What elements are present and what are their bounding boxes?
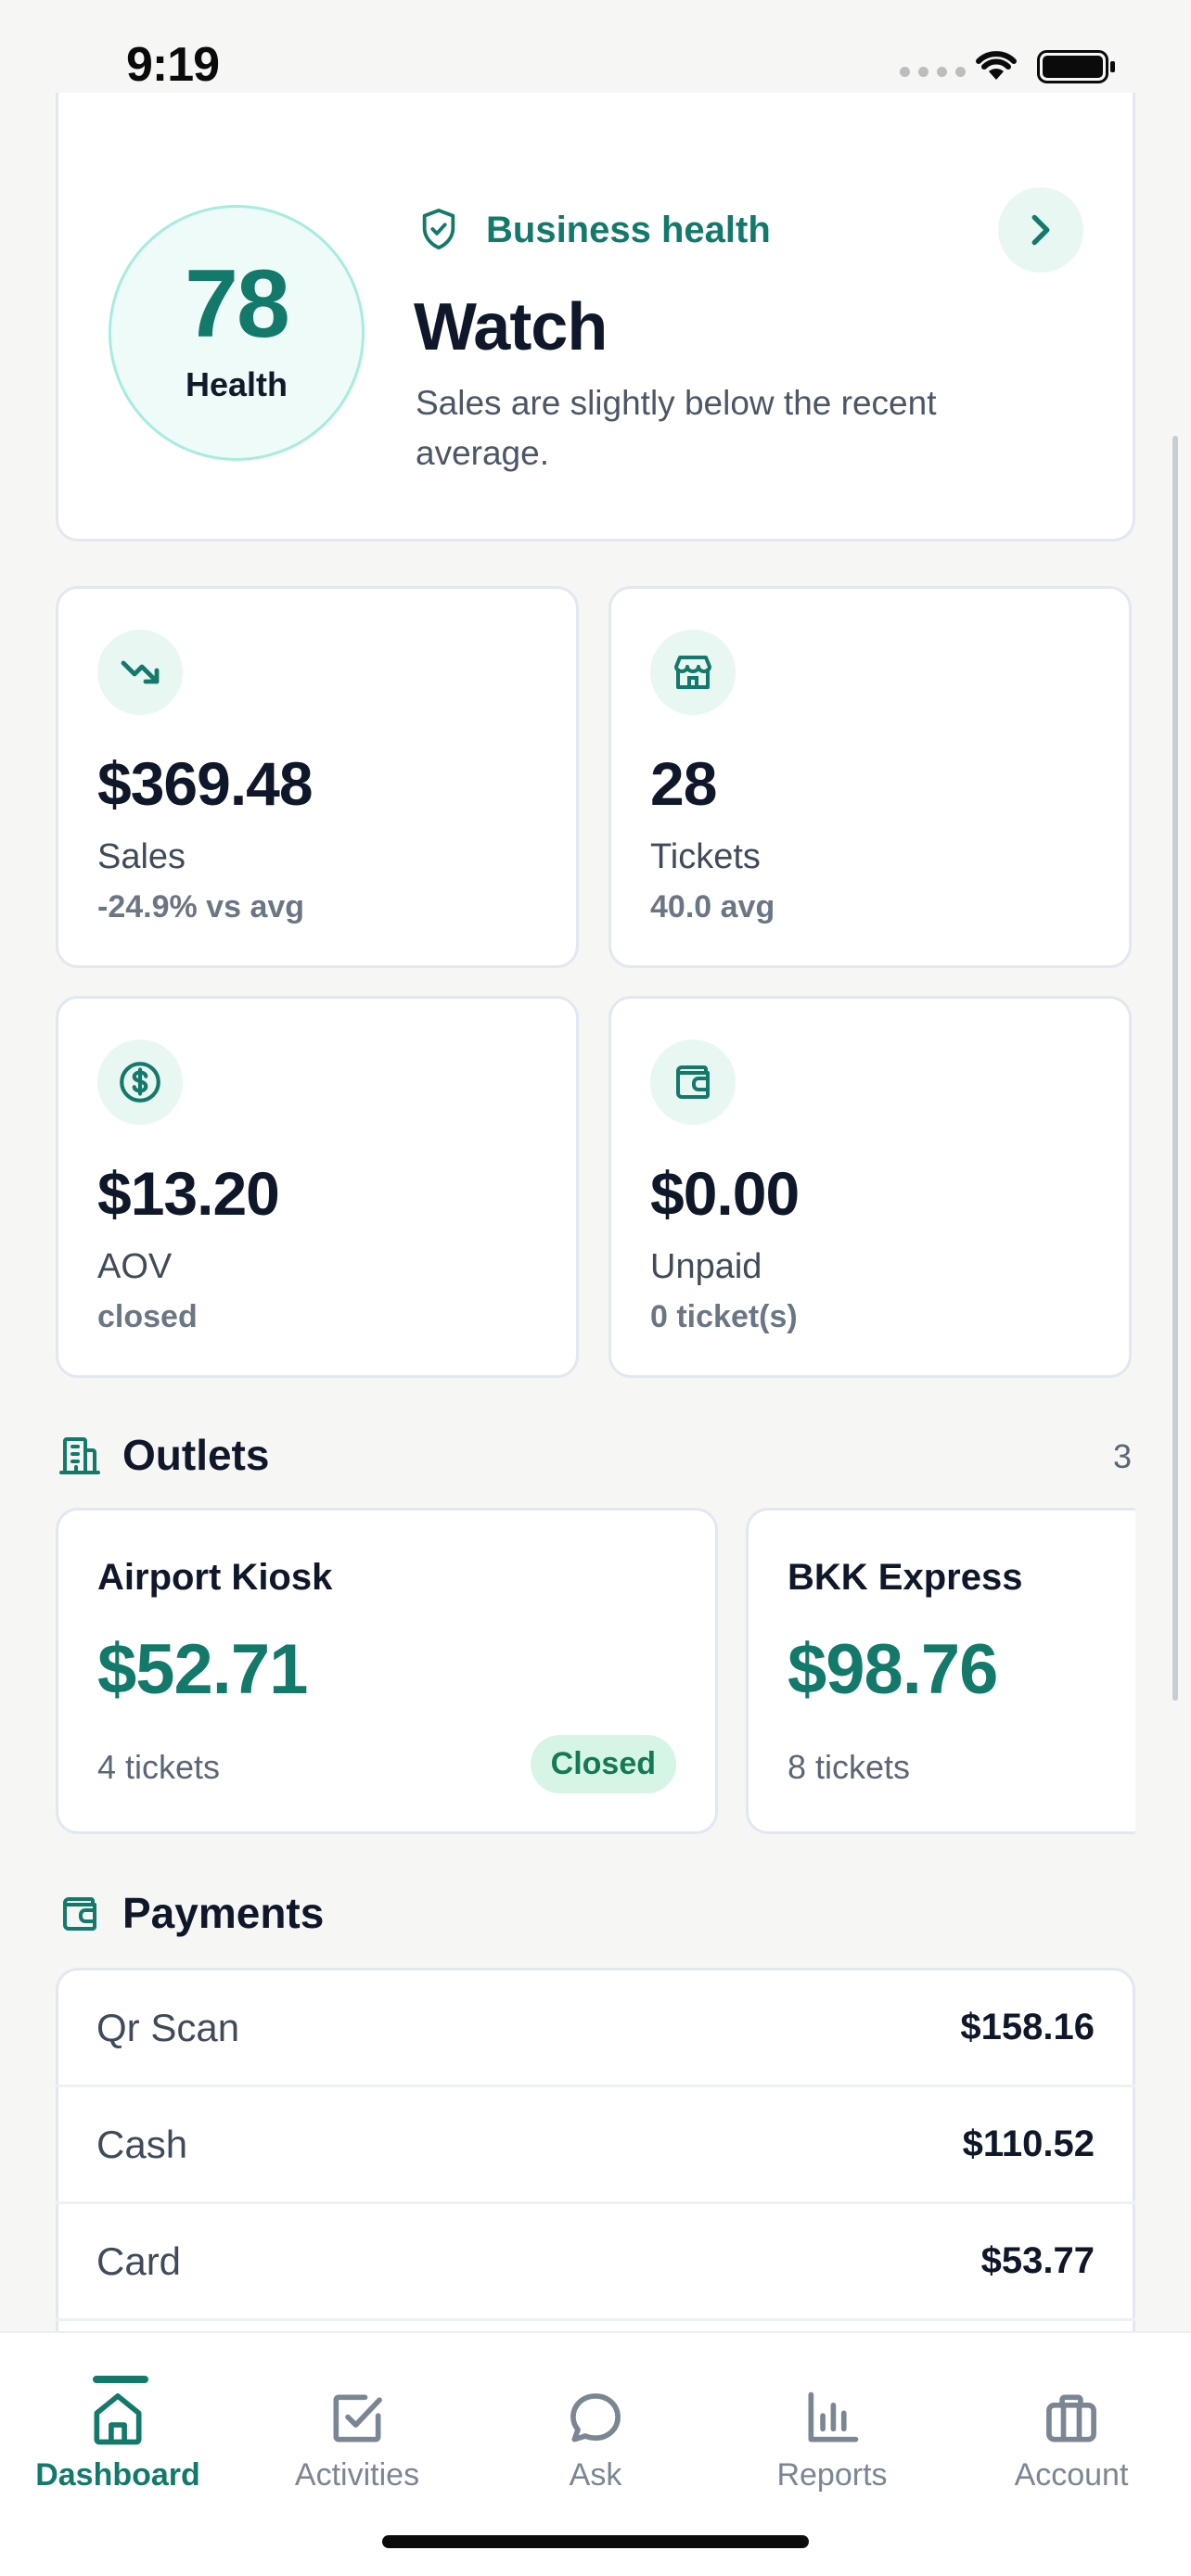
- metric-value: 28: [650, 749, 717, 818]
- metric-subtext: closed: [97, 1299, 198, 1334]
- battery-icon: [1037, 50, 1115, 83]
- outlet-sales: $52.71: [97, 1630, 308, 1709]
- payment-amount: $158.16: [960, 2007, 1095, 2047]
- tab-label: Activities: [294, 2457, 420, 2493]
- payments-title: Payments: [122, 1889, 325, 1937]
- status-time: 9:19: [126, 38, 220, 92]
- dollar-circle-icon: [97, 1039, 183, 1125]
- metric-label: Tickets: [650, 837, 761, 876]
- briefcase-icon: [1046, 2394, 1096, 2442]
- wallet-icon: [650, 1039, 736, 1125]
- metric-label: AOV: [97, 1247, 173, 1286]
- health-details-button[interactable]: [998, 187, 1083, 273]
- checkbox-icon: [333, 2394, 382, 2442]
- status-badge: Closed: [530, 1735, 676, 1793]
- tab-label: Ask: [569, 2457, 622, 2493]
- chat-bubble-icon: [570, 2393, 621, 2442]
- outlets-count: 3: [1113, 1437, 1133, 1475]
- payment-amount: $110.52: [962, 2123, 1095, 2164]
- payment-method: Card: [96, 2238, 182, 2283]
- tab-label: Reports: [776, 2457, 888, 2493]
- chevron-right-icon: [1031, 214, 1050, 246]
- wallet-icon: [63, 1897, 96, 1931]
- outlet-name: Airport Kiosk: [97, 1557, 333, 1598]
- tab-label: Account: [1014, 2457, 1129, 2493]
- outlet-sales: $98.76: [788, 1630, 998, 1709]
- health-score-label: Health: [185, 365, 288, 403]
- tab-reports[interactable]: Reports: [716, 2366, 948, 2493]
- payment-row[interactable]: Qr Scan $158.16: [56, 1970, 1135, 2087]
- metric-card-aov[interactable]: $13.20 AOV closed: [56, 996, 579, 1378]
- outlet-tickets: 8 tickets: [788, 1748, 911, 1786]
- metric-value: $369.48: [97, 749, 314, 818]
- cellular-signal-icon: [900, 67, 966, 77]
- outlet-card-bkk-express[interactable]: BKK Express $98.76 8 tickets: [746, 1508, 1172, 1834]
- shield-check-icon: [422, 209, 455, 250]
- tab-activities[interactable]: Activities: [241, 2366, 473, 2493]
- home-indicator[interactable]: [382, 2535, 809, 2548]
- health-status: Watch: [414, 290, 608, 364]
- bar-chart-icon: [808, 2391, 859, 2442]
- metric-value: $13.20: [97, 1159, 280, 1228]
- metric-subtext: 0 ticket(s): [650, 1299, 798, 1334]
- metric-value: $0.00: [650, 1159, 800, 1228]
- tab-account[interactable]: Account: [955, 2366, 1187, 2493]
- tab-dashboard[interactable]: Dashboard: [2, 2366, 234, 2493]
- trending-down-icon: [97, 630, 183, 715]
- outlet-name: BKK Express: [788, 1557, 1023, 1598]
- payment-method: Qr Scan: [96, 2005, 240, 2049]
- metric-subtext: -24.9% vs avg: [97, 889, 305, 925]
- metric-subtext: 40.0 avg: [650, 889, 775, 925]
- tab-ask[interactable]: Ask: [480, 2366, 711, 2493]
- outlets-title: Outlets: [122, 1431, 270, 1479]
- metric-label: Sales: [97, 837, 186, 876]
- payment-amount: $53.77: [980, 2240, 1095, 2281]
- health-description: Sales are slightly below the recent aver…: [416, 384, 937, 472]
- scroll-clip: [1135, 1484, 1191, 1855]
- outlet-tickets: 4 tickets: [97, 1748, 221, 1786]
- payment-method: Cash: [96, 2122, 188, 2166]
- outlet-card-airport-kiosk[interactable]: Airport Kiosk $52.71 4 tickets Closed: [56, 1508, 718, 1834]
- building-icon: [59, 1437, 100, 1474]
- metric-card-unpaid[interactable]: $0.00 Unpaid 0 ticket(s): [608, 996, 1132, 1378]
- metric-label: Unpaid: [650, 1247, 762, 1286]
- wifi-icon: [976, 51, 1017, 80]
- business-health-heading: Business health: [417, 206, 771, 254]
- payment-row[interactable]: Cash $110.52: [56, 2087, 1135, 2204]
- payment-row[interactable]: Card $53.77: [56, 2204, 1135, 2321]
- scrollbar[interactable]: [1172, 436, 1178, 1701]
- store-icon: [650, 630, 736, 715]
- tab-label: Dashboard: [35, 2457, 200, 2493]
- home-icon: [94, 2393, 142, 2445]
- metric-card-sales[interactable]: $369.48 Sales -24.9% vs avg: [56, 586, 579, 968]
- health-score: 78: [185, 250, 290, 358]
- metric-card-tickets[interactable]: 28 Tickets 40.0 avg: [608, 586, 1132, 968]
- business-health-title: Business health: [486, 209, 771, 250]
